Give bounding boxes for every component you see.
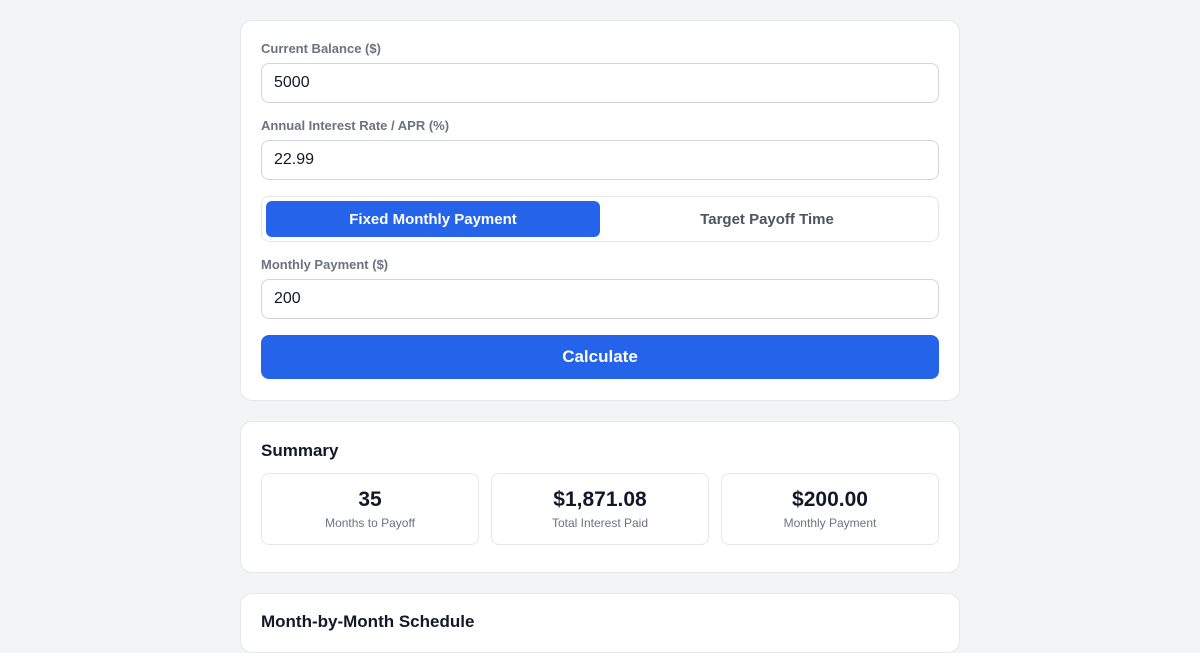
stat-label: Monthly Payment: [783, 516, 877, 530]
summary-card: Summary 35 Months to Payoff $1,871.08 To…: [240, 421, 960, 573]
stat-months-to-payoff: 35 Months to Payoff: [261, 473, 479, 545]
stat-value: 35: [358, 488, 382, 511]
apr-label: Annual Interest Rate / APR (%): [261, 118, 450, 133]
tab-fixed-monthly-payment[interactable]: Fixed Monthly Payment: [266, 201, 600, 237]
monthly-payment-input[interactable]: [261, 279, 939, 319]
input-form-card: Current Balance ($) Annual Interest Rate…: [240, 20, 960, 401]
summary-title: Summary: [261, 441, 339, 460]
apr-input[interactable]: [261, 140, 939, 180]
tab-target-payoff-time[interactable]: Target Payoff Time: [600, 201, 934, 237]
schedule-card: Month-by-Month Schedule: [240, 593, 960, 653]
summary-stats: 35 Months to Payoff $1,871.08 Total Inte…: [261, 473, 939, 545]
schedule-title: Month-by-Month Schedule: [261, 612, 475, 631]
stat-value: $1,871.08: [553, 488, 647, 511]
calculator-container: Current Balance ($) Annual Interest Rate…: [240, 20, 960, 653]
balance-input[interactable]: [261, 63, 939, 103]
stat-value: $200.00: [792, 488, 868, 511]
monthly-payment-label: Monthly Payment ($): [261, 257, 389, 272]
mode-toggle: Fixed Monthly Payment Target Payoff Time: [261, 196, 939, 242]
balance-label: Current Balance ($): [261, 41, 381, 56]
stat-label: Months to Payoff: [325, 516, 415, 530]
stat-monthly-payment: $200.00 Monthly Payment: [721, 473, 939, 545]
stat-total-interest: $1,871.08 Total Interest Paid: [491, 473, 709, 545]
stat-label: Total Interest Paid: [551, 516, 649, 530]
calculate-button[interactable]: Calculate: [261, 335, 939, 379]
